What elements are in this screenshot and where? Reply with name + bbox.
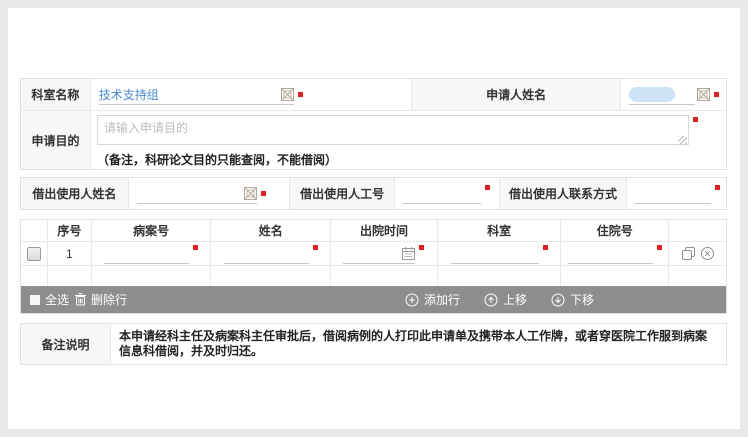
select-all-label[interactable]: 全选 bbox=[45, 291, 69, 308]
borrower-info-section: 借出使用人姓名 借出使用人工号 借出使用人联系方式 bbox=[20, 177, 727, 210]
dept-name-input[interactable]: 技术支持组 bbox=[99, 85, 294, 105]
medical-record-borrow-form: 科室名称 技术支持组 申请人姓名 bbox=[20, 78, 727, 365]
records-table-section: 序号 病案号 姓名 出院时间 科室 住院号 1 bbox=[20, 219, 727, 314]
move-up-icon[interactable] bbox=[484, 293, 498, 307]
borrower-name-field bbox=[129, 178, 291, 209]
copy-row-icon[interactable] bbox=[681, 246, 696, 261]
applicant-name-input[interactable] bbox=[629, 85, 695, 105]
dept-name-value[interactable]: 技术支持组 bbox=[99, 86, 159, 103]
required-marker bbox=[714, 92, 719, 97]
move-up-label[interactable]: 上移 bbox=[503, 291, 527, 308]
purpose-textarea[interactable] bbox=[97, 115, 689, 145]
header-record-no: 病案号 bbox=[92, 220, 212, 242]
required-marker bbox=[193, 245, 198, 250]
record-no-input[interactable] bbox=[104, 244, 189, 264]
borrower-name-input[interactable] bbox=[137, 184, 257, 204]
row-actions-cell bbox=[669, 242, 726, 266]
borrower-contact-label: 借出使用人联系方式 bbox=[500, 178, 628, 209]
content-panel: 科室名称 技术支持组 申请人姓名 bbox=[8, 8, 740, 429]
admission-no-cell bbox=[561, 242, 669, 266]
delete-row-button[interactable]: 删除行 bbox=[75, 291, 127, 308]
toolbar-center-group: 添加行 上移 下移 bbox=[405, 291, 594, 308]
remarks-text: 本申请经科主任及病案科主任审批后，借阅病例的人打印此申请单及携带本人工作牌，或者… bbox=[111, 324, 726, 364]
department-cell bbox=[438, 242, 562, 266]
borrower-workid-field bbox=[395, 178, 500, 209]
department-input[interactable] bbox=[451, 244, 539, 264]
required-marker bbox=[485, 185, 490, 190]
table-header-row: 序号 病案号 姓名 出院时间 科室 住院号 bbox=[21, 220, 726, 242]
row-checkbox-cell bbox=[21, 242, 48, 266]
discharge-date-input[interactable] bbox=[343, 244, 415, 264]
trash-icon[interactable] bbox=[75, 293, 86, 306]
purpose-note: （备注，科研论文目的只能查阅，不能借阅） bbox=[97, 151, 726, 168]
borrower-name-label: 借出使用人姓名 bbox=[21, 178, 129, 209]
lookup-icon[interactable] bbox=[244, 187, 257, 200]
basic-info-section: 科室名称 技术支持组 申请人姓名 bbox=[20, 78, 727, 170]
required-marker bbox=[715, 185, 720, 190]
purpose-label: 申请目的 bbox=[21, 111, 91, 169]
lookup-icon[interactable] bbox=[281, 88, 294, 101]
lookup-icon[interactable] bbox=[697, 88, 710, 101]
delete-row-label[interactable]: 删除行 bbox=[91, 291, 127, 308]
purpose-field: （备注，科研论文目的只能查阅，不能借阅） bbox=[91, 111, 726, 169]
row-index: 1 bbox=[48, 242, 92, 266]
required-marker bbox=[261, 191, 266, 196]
header-actions-col bbox=[669, 220, 726, 242]
borrower-row: 借出使用人姓名 借出使用人工号 借出使用人联系方式 bbox=[21, 178, 726, 209]
dept-name-field: 技术支持组 bbox=[91, 79, 412, 111]
table-empty-row bbox=[21, 266, 726, 286]
add-row-icon[interactable] bbox=[405, 293, 419, 307]
admission-no-input[interactable] bbox=[568, 244, 653, 264]
required-marker bbox=[693, 117, 698, 122]
borrower-contact-input[interactable] bbox=[635, 184, 711, 204]
purpose-textarea-wrap bbox=[97, 115, 689, 148]
borrower-workid-label: 借出使用人工号 bbox=[290, 178, 395, 209]
purpose-row: 申请目的 （备注，科研论文目的只能查阅，不能借阅） bbox=[21, 111, 726, 169]
required-marker bbox=[313, 245, 318, 250]
add-row-label[interactable]: 添加行 bbox=[424, 291, 460, 308]
select-all-checkbox[interactable] bbox=[30, 295, 40, 305]
header-admission-no: 住院号 bbox=[561, 220, 669, 242]
table-row: 1 bbox=[21, 242, 726, 266]
patient-name-cell bbox=[211, 242, 331, 266]
select-all-control[interactable]: 全选 bbox=[30, 291, 75, 308]
calendar-icon[interactable] bbox=[402, 247, 415, 260]
remarks-section: 备注说明 本申请经科主任及病案科主任审批后，借阅病例的人打印此申请单及携带本人工… bbox=[20, 323, 727, 365]
header-discharge-date: 出院时间 bbox=[331, 220, 438, 242]
dept-name-label: 科室名称 bbox=[21, 79, 91, 111]
header-patient-name: 姓名 bbox=[211, 220, 331, 242]
move-down-label[interactable]: 下移 bbox=[570, 291, 594, 308]
header-index: 序号 bbox=[48, 220, 92, 242]
remarks-row: 备注说明 本申请经科主任及病案科主任审批后，借阅病例的人打印此申请单及携带本人工… bbox=[21, 324, 726, 364]
resize-grip-icon[interactable] bbox=[678, 136, 687, 145]
redacted-applicant-name bbox=[629, 87, 675, 102]
remove-row-icon[interactable] bbox=[700, 246, 715, 261]
borrower-contact-field bbox=[627, 178, 726, 209]
header-department: 科室 bbox=[438, 220, 562, 242]
required-marker bbox=[543, 245, 548, 250]
patient-name-input[interactable] bbox=[224, 244, 309, 264]
page-background: 科室名称 技术支持组 申请人姓名 bbox=[0, 0, 748, 437]
applicant-name-field bbox=[621, 79, 726, 111]
row-checkbox[interactable] bbox=[27, 247, 41, 261]
move-down-icon[interactable] bbox=[551, 293, 565, 307]
discharge-date-cell bbox=[331, 242, 438, 266]
borrower-workid-input[interactable] bbox=[403, 184, 481, 204]
required-marker bbox=[419, 245, 424, 250]
remarks-label: 备注说明 bbox=[21, 324, 111, 364]
dept-applicant-row: 科室名称 技术支持组 申请人姓名 bbox=[21, 79, 726, 111]
applicant-name-label: 申请人姓名 bbox=[412, 79, 621, 111]
header-checkbox-col bbox=[21, 220, 48, 242]
required-marker bbox=[657, 245, 662, 250]
record-no-cell bbox=[92, 242, 212, 266]
table-toolbar: 全选 删除行 添加行 上移 bbox=[21, 286, 726, 313]
required-marker bbox=[298, 92, 303, 97]
